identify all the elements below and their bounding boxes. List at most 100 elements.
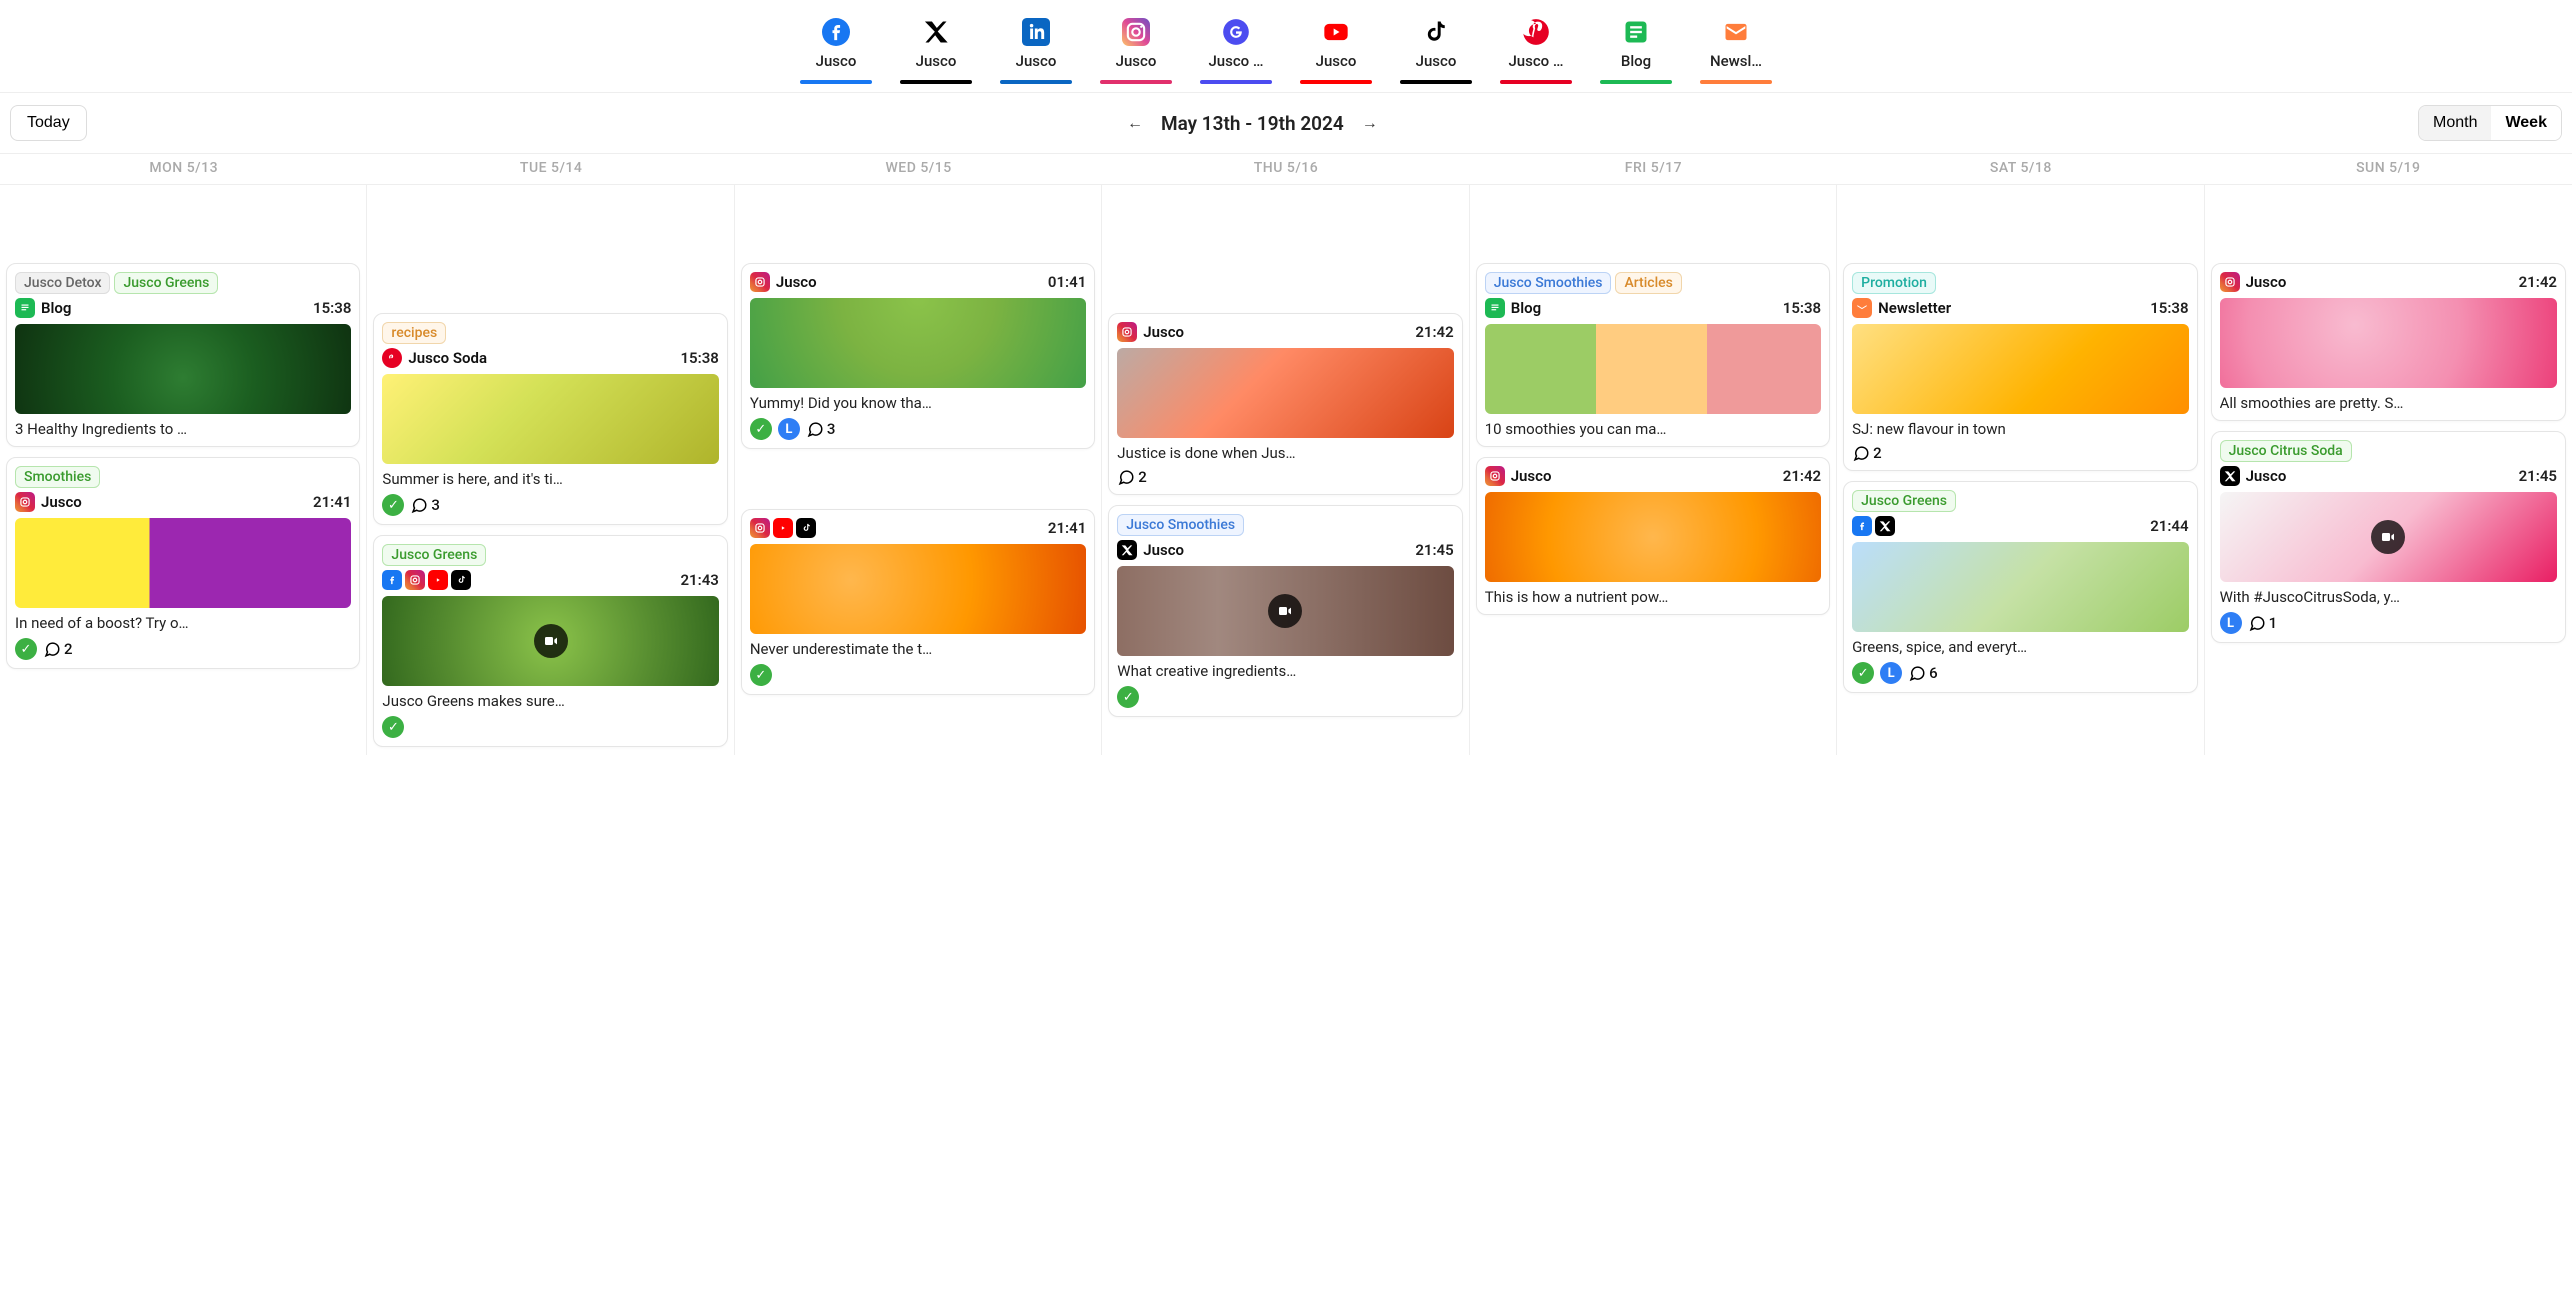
channel-label: Jusco	[916, 52, 957, 70]
check-icon: ✓	[15, 638, 37, 660]
prev-arrow-icon[interactable]: ←	[1127, 113, 1143, 133]
account-label: Jusco	[1143, 541, 1184, 559]
post-card[interactable]: Jusco SmoothiesArticles Blog 15:38 10 sm…	[1476, 263, 1830, 447]
post-time: 15:38	[2150, 299, 2188, 317]
post-card[interactable]: Jusco 21:42 All smoothies are pretty. S…	[2211, 263, 2566, 421]
post-card[interactable]: 21:41 Never underestimate the t… ✓	[741, 509, 1095, 695]
post-time: 15:38	[680, 349, 718, 367]
channel-pinterest[interactable]: Jusco …	[1500, 18, 1572, 84]
post-caption: Justice is done when Jus…	[1117, 444, 1453, 462]
post-time: 21:45	[1415, 541, 1453, 559]
post-thumbnail	[1117, 566, 1453, 656]
post-card[interactable]: Jusco 01:41 Yummy! Did you know tha… ✓ L…	[741, 263, 1095, 449]
channel-instagram[interactable]: Jusco	[1100, 18, 1172, 84]
channel-blog[interactable]: Blog	[1600, 18, 1672, 84]
instagram-icon	[2220, 272, 2240, 292]
channel-underline	[1500, 80, 1572, 84]
today-button[interactable]: Today	[10, 105, 87, 141]
post-thumbnail	[15, 324, 351, 414]
post-thumbnail	[1852, 324, 2188, 414]
channel-label: Newsl…	[1710, 52, 1762, 70]
post-time: 21:42	[1783, 467, 1821, 485]
comments-count: 2	[1852, 444, 1882, 462]
tiktok-icon	[451, 570, 471, 590]
tag: Jusco Smoothies	[1117, 514, 1244, 536]
channel-linkedin[interactable]: Jusco	[1000, 18, 1072, 84]
linkedin-icon	[1022, 18, 1050, 46]
check-icon: ✓	[1117, 686, 1139, 708]
post-thumbnail	[382, 374, 718, 464]
month-view-button[interactable]: Month	[2419, 106, 2491, 140]
post-card[interactable]: recipes Jusco Soda 15:38 Summer is here,…	[373, 313, 727, 525]
channel-label: Jusco	[1016, 52, 1057, 70]
post-card[interactable]: Jusco Citrus Soda Jusco 21:45 With #Jusc…	[2211, 431, 2566, 643]
channel-label: Jusco	[1416, 52, 1457, 70]
post-card[interactable]: Jusco 21:42 This is how a nutrient pow…	[1476, 457, 1830, 615]
post-card[interactable]: Promotion Newsletter 15:38 SJ: new flavo…	[1843, 263, 2197, 471]
x-icon	[1117, 540, 1137, 560]
instagram-icon	[750, 518, 770, 538]
comments-count: 3	[806, 420, 836, 438]
day-column-wed: Jusco 01:41 Yummy! Did you know tha… ✓ L…	[735, 185, 1102, 755]
tag: recipes	[382, 322, 446, 344]
check-icon: ✓	[382, 494, 404, 516]
post-time: 15:38	[313, 299, 351, 317]
post-thumbnail	[1485, 324, 1821, 414]
post-caption: Jusco Greens makes sure…	[382, 692, 718, 710]
channel-underline	[1700, 80, 1772, 84]
check-icon: ✓	[382, 716, 404, 738]
account-label: Jusco	[2246, 467, 2287, 485]
post-thumbnail	[1485, 492, 1821, 582]
post-caption: 3 Healthy Ingredients to …	[15, 420, 351, 438]
day-header: MON 5/13	[0, 154, 367, 184]
tag: Jusco Smoothies	[1485, 272, 1612, 294]
next-arrow-icon[interactable]: →	[1362, 113, 1378, 133]
channel-underline	[900, 80, 972, 84]
channel-label: Jusco …	[1508, 52, 1563, 70]
post-card[interactable]: Jusco Greens 21:43 Jusco Greens makes su…	[373, 535, 727, 747]
post-time: 21:45	[2519, 467, 2557, 485]
channel-youtube[interactable]: Jusco	[1300, 18, 1372, 84]
check-icon: ✓	[750, 418, 772, 440]
post-time: 21:43	[680, 571, 718, 589]
account-label: Jusco Soda	[408, 349, 487, 367]
post-thumbnail	[15, 518, 351, 608]
comments-count: 3	[410, 496, 440, 514]
channel-x[interactable]: Jusco	[900, 18, 972, 84]
tag: Jusco Greens	[1852, 490, 1956, 512]
post-thumbnail	[2220, 492, 2557, 582]
account-label: Jusco	[1511, 467, 1552, 485]
post-time: 21:41	[1048, 519, 1086, 537]
date-navigation: ← May 13th - 19th 2024 →	[1127, 112, 1378, 135]
post-card[interactable]: Smoothies Jusco 21:41 In need of a boost…	[6, 457, 360, 669]
post-card[interactable]: Jusco Greens 21:44 Greens, spice, and ev…	[1843, 481, 2197, 693]
view-toggle: Month Week	[2418, 105, 2562, 141]
channel-newsletter[interactable]: Newsl…	[1700, 18, 1772, 84]
date-range: May 13th - 19th 2024	[1161, 112, 1344, 135]
facebook-icon	[1852, 516, 1872, 536]
post-caption: With #JuscoCitrusSoda, y…	[2220, 588, 2557, 606]
channel-facebook[interactable]: Jusco	[800, 18, 872, 84]
channel-tiktok[interactable]: Jusco	[1400, 18, 1472, 84]
blog-icon	[1622, 18, 1650, 46]
post-card[interactable]: Jusco Smoothies Jusco 21:45 What creativ…	[1108, 505, 1462, 717]
youtube-icon	[428, 570, 448, 590]
week-view-button[interactable]: Week	[2491, 106, 2561, 140]
post-card[interactable]: Jusco 21:42 Justice is done when Jus… 2	[1108, 313, 1462, 495]
check-icon: ✓	[750, 664, 772, 686]
post-card[interactable]: Jusco DetoxJusco Greens Blog 15:38 3 Hea…	[6, 263, 360, 447]
tag: Jusco Citrus Soda	[2220, 440, 2352, 462]
post-caption: In need of a boost? Try o…	[15, 614, 351, 632]
youtube-icon	[1322, 18, 1350, 46]
instagram-icon	[1122, 18, 1150, 46]
channel-underline	[1100, 80, 1172, 84]
channel-google[interactable]: Jusco …	[1200, 18, 1272, 84]
blog-icon	[1485, 298, 1505, 318]
channel-label: Jusco	[1316, 52, 1357, 70]
google-icon	[1222, 18, 1250, 46]
day-column-fri: Jusco SmoothiesArticles Blog 15:38 10 sm…	[1470, 185, 1837, 755]
post-thumbnail	[1852, 542, 2188, 632]
clock-icon: L	[2220, 612, 2242, 634]
day-column-thu: Jusco 21:42 Justice is done when Jus… 2 …	[1102, 185, 1469, 755]
x-icon	[1875, 516, 1895, 536]
